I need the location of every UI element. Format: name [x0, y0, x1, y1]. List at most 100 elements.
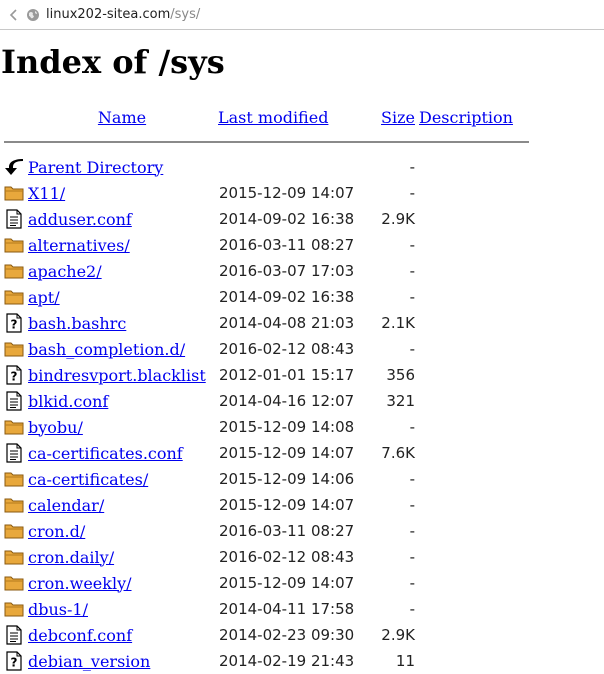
entry-link[interactable]: Parent Directory [28, 158, 163, 177]
size-cell: - [409, 340, 415, 358]
text-file-icon [4, 391, 28, 411]
entry-link[interactable]: bindresvport.blacklist [28, 366, 206, 385]
table-row: ca-certificates.conf 2015-12-09 14:07 7.… [4, 440, 529, 466]
description-cell [415, 206, 529, 232]
sort-by-name-link[interactable]: Name [98, 108, 146, 127]
folder-icon [4, 261, 28, 281]
size-cell: 321 [386, 392, 415, 410]
size-cell: - [409, 158, 415, 176]
description-cell [415, 414, 529, 440]
name-cell: dbus-1/ [28, 596, 216, 622]
folder-icon [4, 287, 28, 307]
description-cell [415, 258, 529, 284]
icon-cell [4, 414, 28, 440]
size-cell: - [409, 574, 415, 592]
icon-cell [4, 596, 28, 622]
description-cell [415, 596, 529, 622]
icon-cell [4, 570, 28, 596]
name-cell: debian_version [28, 648, 216, 674]
table-row: apache2/ 2016-03-07 17:03 - [4, 258, 529, 284]
name-cell: bindresvport.blacklist [28, 362, 216, 388]
name-cell: byobu/ [28, 414, 216, 440]
name-cell: cron.daily/ [28, 544, 216, 570]
name-cell: apt/ [28, 284, 216, 310]
last-modified-cell: 2015-12-09 14:07 [219, 444, 355, 462]
header-row: Name Last modified Size Description [4, 104, 529, 130]
entry-link[interactable]: alternatives/ [28, 236, 130, 255]
description-cell [415, 362, 529, 388]
entry-link[interactable]: cron.weekly/ [28, 574, 132, 593]
name-cell: cron.d/ [28, 518, 216, 544]
name-cell: bash.bashrc [28, 310, 216, 336]
entry-link[interactable]: apt/ [28, 288, 60, 307]
size-cell: - [409, 548, 415, 566]
name-cell: alternatives/ [28, 232, 216, 258]
entry-link[interactable]: calendar/ [28, 496, 104, 515]
last-modified-cell: 2014-02-19 21:43 [219, 652, 355, 670]
table-row: ? debian_version 2014-02-19 21:43 11 [4, 648, 529, 674]
url-text[interactable]: linux202-sitea.com/sys/ [46, 7, 200, 22]
entry-link[interactable]: bash.bashrc [28, 314, 126, 333]
folder-icon [4, 339, 28, 359]
last-modified-cell: 2016-03-11 08:27 [219, 236, 355, 254]
size-cell: 356 [386, 366, 415, 384]
entry-link[interactable]: cron.d/ [28, 522, 85, 541]
folder-icon [4, 547, 28, 567]
name-cell: cron.weekly/ [28, 570, 216, 596]
description-cell [415, 570, 529, 596]
entry-link[interactable]: apache2/ [28, 262, 102, 281]
entry-link[interactable]: X11/ [28, 184, 65, 203]
last-modified-cell: 2014-04-08 21:03 [219, 314, 355, 332]
listing-body: Parent Directory - X11/ 2015-12-09 14:07… [4, 154, 529, 674]
folder-icon [4, 417, 28, 437]
name-cell: calendar/ [28, 492, 216, 518]
entry-link[interactable]: debconf.conf [28, 626, 132, 645]
globe-icon[interactable] [26, 8, 40, 22]
size-cell: - [409, 236, 415, 254]
entry-link[interactable]: ca-certificates.conf [28, 444, 183, 463]
last-modified-cell: 2015-12-09 14:07 [219, 496, 355, 514]
address-bar[interactable]: linux202-sitea.com/sys/ [0, 0, 604, 30]
sort-by-description-link[interactable]: Description [419, 108, 513, 127]
back-arrow-icon[interactable] [6, 7, 22, 23]
description-cell [415, 336, 529, 362]
last-modified-cell: 2014-04-11 17:58 [219, 600, 355, 618]
entry-link[interactable]: ca-certificates/ [28, 470, 148, 489]
unknown-file-icon: ? [4, 313, 28, 333]
icon-cell [4, 232, 28, 258]
header-name: Name [28, 104, 216, 130]
size-cell: - [409, 522, 415, 540]
description-cell [415, 544, 529, 570]
icon-cell [4, 622, 28, 648]
entry-link[interactable]: debian_version [28, 652, 150, 671]
description-cell [415, 388, 529, 414]
size-cell: - [409, 184, 415, 202]
name-cell: ca-certificates.conf [28, 440, 216, 466]
last-modified-cell: 2015-12-09 14:07 [219, 184, 355, 202]
description-cell [415, 440, 529, 466]
entry-link[interactable]: byobu/ [28, 418, 83, 437]
entry-link[interactable]: adduser.conf [28, 210, 132, 229]
entry-link[interactable]: bash_completion.d/ [28, 340, 185, 359]
entry-link[interactable]: dbus-1/ [28, 600, 88, 619]
icon-cell [4, 284, 28, 310]
last-modified-cell: 2015-12-09 14:08 [219, 418, 355, 436]
sort-by-modified-link[interactable]: Last modified [218, 108, 328, 127]
name-cell: debconf.conf [28, 622, 216, 648]
entry-link[interactable]: blkid.conf [28, 392, 108, 411]
name-cell: blkid.conf [28, 388, 216, 414]
last-modified-cell: 2014-09-02 16:38 [219, 288, 355, 306]
table-row: blkid.conf 2014-04-16 12:07 321 [4, 388, 529, 414]
table-row: debconf.conf 2014-02-23 09:30 2.9K [4, 622, 529, 648]
size-cell: 2.9K [381, 210, 415, 228]
icon-cell: ? [4, 648, 28, 674]
svg-text:?: ? [11, 370, 18, 384]
url-host: linux202-sitea.com [46, 7, 171, 22]
description-cell [415, 466, 529, 492]
name-cell: Parent Directory [28, 154, 216, 180]
last-modified-cell: 2016-02-12 08:43 [219, 548, 355, 566]
size-cell: - [409, 600, 415, 618]
entry-link[interactable]: cron.daily/ [28, 548, 114, 567]
sort-by-size-link[interactable]: Size [381, 108, 415, 127]
last-modified-cell: 2014-09-02 16:38 [219, 210, 355, 228]
